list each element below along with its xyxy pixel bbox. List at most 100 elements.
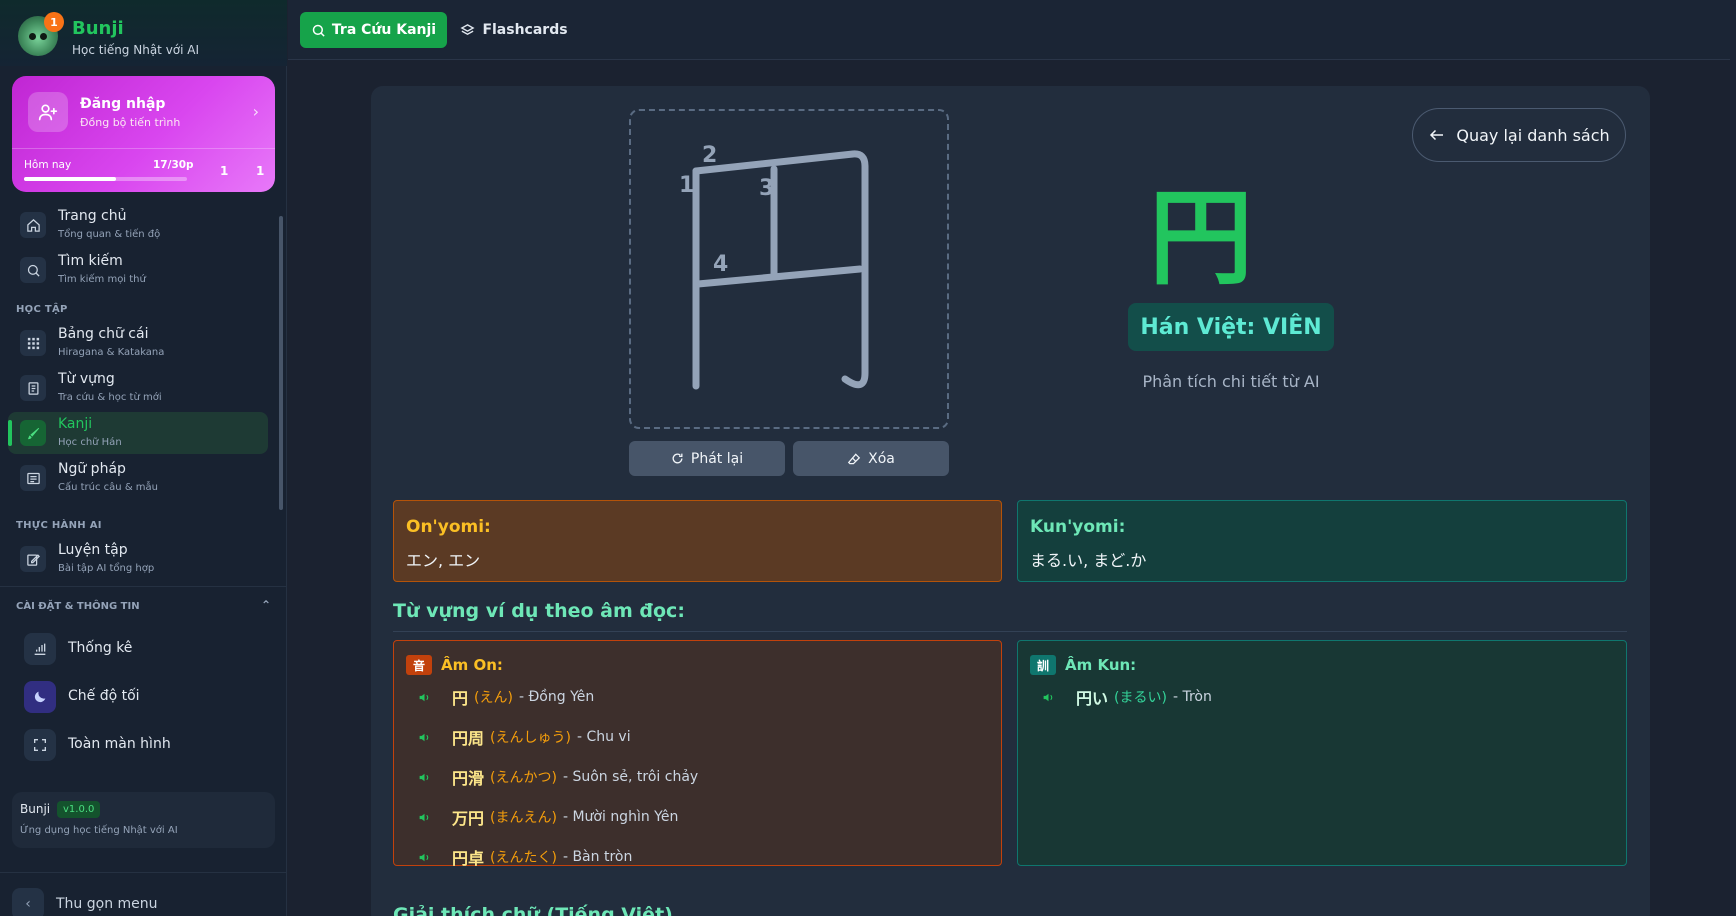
sidebar-item-home[interactable]: Trang chủ Tổng quan & tiến độ <box>8 204 268 246</box>
version-subtitle: Ứng dụng học tiếng Nhật với AI <box>20 825 178 836</box>
version-card: Bunji v1.0.0 Ứng dụng học tiếng Nhật với… <box>12 792 275 848</box>
chart-icon <box>24 633 56 665</box>
nav-section-ai: THỰC HÀNH AI <box>16 520 102 531</box>
settings-item-fullscreen[interactable]: Toàn màn hình <box>24 729 264 761</box>
speaker-icon[interactable] <box>418 691 434 704</box>
example-row: 円卓 (えんたく) - Bàn tròn <box>418 846 632 868</box>
settings-label: Toàn màn hình <box>68 736 171 752</box>
speaker-icon[interactable] <box>418 771 434 784</box>
login-card[interactable]: Đăng nhập Đồng bộ tiến trình › Hôm nay 1… <box>12 76 275 192</box>
brand-subtitle: Học tiếng Nhật với AI <box>72 43 200 57</box>
example-meaning: - Mười nghìn Yên <box>562 809 679 825</box>
sidebar: 1 Bunji Học tiếng Nhật với AI Đăng nhập … <box>0 0 287 916</box>
onyomi-card: On'yomi: エン, エン <box>393 500 1002 582</box>
back-label: Quay lại danh sách <box>1456 125 1610 145</box>
sidebar-item-practice[interactable]: Luyện tập Bài tập AI tổng hợp <box>8 538 268 580</box>
example-meaning: - Tròn <box>1172 689 1212 705</box>
example-reading: (えんかつ) <box>490 770 557 786</box>
version-app-name: Bunji <box>20 802 51 816</box>
nav-title: Từ vựng <box>58 371 115 387</box>
nav-subtitle: Hiragana & Katakana <box>58 347 165 358</box>
sidebar-item-search[interactable]: Tìm kiếm Tìm kiếm mọi thứ <box>8 249 268 291</box>
chevron-left-icon: ‹ <box>12 888 44 916</box>
onyomi-value: エン, エン <box>406 551 481 570</box>
tab-flashcards[interactable]: Flashcards <box>458 12 570 48</box>
kunyomi-value: まる.い, まど.か <box>1030 551 1147 570</box>
example-reading: (まんえん) <box>490 810 557 826</box>
points-stat: 1 <box>256 164 265 178</box>
home-icon <box>20 212 46 238</box>
settings-heading[interactable]: CÀI ĐẶT & THÔNG TIN ⌃ <box>16 598 271 612</box>
search-icon <box>20 257 46 283</box>
page-scrollbar[interactable] <box>1730 0 1736 916</box>
sidebar-item-alphabet[interactable]: Bảng chữ cái Hiragana & Katakana <box>8 322 268 364</box>
nav-title: Tìm kiếm <box>58 253 123 269</box>
search-icon <box>312 24 325 37</box>
daily-progress-bar <box>24 177 187 181</box>
tab-kanji-lookup[interactable]: Tra Cứu Kanji <box>300 12 447 48</box>
kun-examples-card: 訓 Âm Kun: 円い (まるい) - Tròn <box>1017 640 1627 866</box>
nav-title: Bảng chữ cái <box>58 326 149 342</box>
settings-label: Chế độ tối <box>68 688 140 704</box>
chevron-up-icon: ⌃ <box>260 598 271 612</box>
speaker-icon[interactable] <box>1042 691 1058 704</box>
example-word: 円い <box>1076 689 1109 708</box>
settings-section: CÀI ĐẶT & THÔNG TIN ⌃ Thống kê Chế độ tố… <box>0 586 287 761</box>
today-label: Hôm nay <box>24 159 72 171</box>
fullscreen-icon <box>24 729 56 761</box>
sidebar-item-grammar[interactable]: Ngữ pháp Cấu trúc câu & mẫu <box>8 457 268 499</box>
kanji-detail-card: 1 2 3 4 Phát lại Xóa Quay lại danh sách … <box>371 86 1650 916</box>
nav-title: Ngữ pháp <box>58 461 126 477</box>
sidebar-item-vocabulary[interactable]: Từ vựng Tra cứu & học từ mới <box>8 367 268 409</box>
kanji-character: 円 <box>1148 177 1253 299</box>
kunyomi-card: Kun'yomi: まる.い, まど.か <box>1017 500 1627 582</box>
nav-subtitle: Tra cứu & học từ mới <box>58 392 162 403</box>
clear-label: Xóa <box>868 450 895 467</box>
kun-badge: 訓 <box>1030 655 1056 675</box>
sidebar-scrollbar[interactable] <box>279 216 283 510</box>
examples-heading: Từ vựng ví dụ theo âm đọc: <box>393 600 685 622</box>
example-meaning: - Bàn tròn <box>562 849 633 865</box>
brand-name: Bunji <box>72 18 124 39</box>
nav-subtitle: Cấu trúc câu & mẫu <box>58 482 158 493</box>
nav-subtitle: Tổng quan & tiến độ <box>58 229 161 240</box>
kunyomi-title: Kun'yomi: <box>1030 517 1126 537</box>
nav-subtitle: Tìm kiếm mọi thứ <box>58 274 146 285</box>
back-to-list-button[interactable]: Quay lại danh sách <box>1412 108 1626 162</box>
collapse-menu-label: Thu gọn menu <box>56 896 158 912</box>
edit-icon <box>20 546 46 572</box>
settings-item-dark-mode[interactable]: Chế độ tối <box>24 681 264 713</box>
example-row: 万円 (まんえん) - Mười nghìn Yên <box>418 806 678 828</box>
brush-icon <box>20 420 46 446</box>
han-viet-badge: Hán Việt: VIÊN <box>1128 303 1334 351</box>
stroke-number: 2 <box>702 143 717 168</box>
example-reading: (えん) <box>474 690 513 706</box>
arrow-left-icon <box>1430 129 1444 141</box>
stroke-order-canvas[interactable]: 1 2 3 4 <box>629 109 949 429</box>
list-icon <box>20 465 46 491</box>
example-meaning: - Đồng Yên <box>518 689 595 705</box>
example-word: 万円 <box>452 809 485 828</box>
streak-stat: 1 <box>220 164 229 178</box>
replay-button[interactable]: Phát lại <box>629 441 785 476</box>
onyomi-title: On'yomi: <box>406 517 491 537</box>
speaker-icon[interactable] <box>418 731 434 744</box>
daily-progress: Hôm nay 17/30p 1 1 <box>12 148 275 192</box>
settings-item-statistics[interactable]: Thống kê <box>24 633 264 665</box>
stroke-order-drawing: 1 2 3 4 <box>679 143 869 390</box>
explanation-heading: Giải thích chữ (Tiếng Việt) <box>393 904 673 916</box>
login-subtitle: Đồng bộ tiến trình <box>80 116 181 129</box>
sidebar-item-kanji[interactable]: Kanji Học chữ Hán <box>8 412 268 454</box>
on-examples-header: 音 Âm On: <box>406 655 503 675</box>
on-examples-title: Âm On: <box>441 656 503 674</box>
collapse-menu-button[interactable]: ‹ Thu gọn menu <box>0 872 287 916</box>
settings-heading-label: CÀI ĐẶT & THÔNG TIN <box>16 601 140 612</box>
speaker-icon[interactable] <box>418 851 434 864</box>
clear-button[interactable]: Xóa <box>793 441 949 476</box>
login-title: Đăng nhập <box>80 96 166 112</box>
section-divider <box>393 631 1627 632</box>
nav-section-learning: HỌC TẬP <box>16 304 68 315</box>
on-examples-card: 音 Âm On: 円 (えん) - Đồng Yên 円周 (えんしゅう) - … <box>393 640 1002 868</box>
brand-header[interactable]: 1 Bunji Học tiếng Nhật với AI <box>0 0 287 66</box>
speaker-icon[interactable] <box>418 811 434 824</box>
